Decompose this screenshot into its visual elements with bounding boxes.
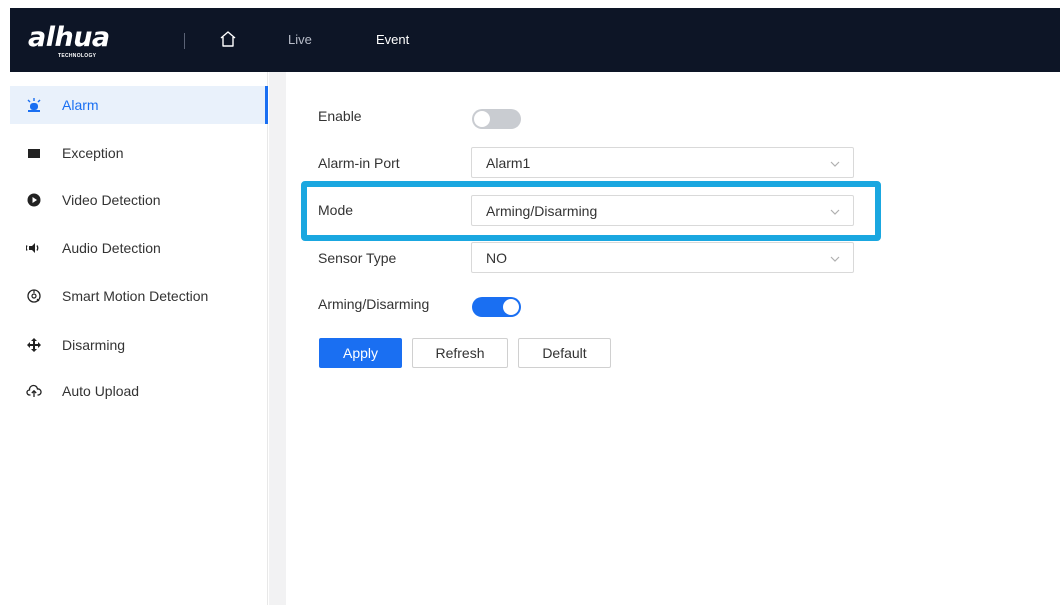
home-icon[interactable] <box>217 28 239 50</box>
sidebar-item-disarming[interactable]: Disarming <box>10 326 268 364</box>
top-navigation-bar: alhua TECHNOLOGY Live Event <box>10 8 1060 72</box>
toggle-knob <box>474 111 490 127</box>
nav-tab-live[interactable]: Live <box>288 32 312 47</box>
sidebar-item-smart-motion-detection[interactable]: Smart Motion Detection <box>10 277 268 315</box>
enable-toggle[interactable] <box>472 109 521 129</box>
arming-disarming-label: Arming/Disarming <box>318 296 430 312</box>
sidebar-item-video-detection[interactable]: Video Detection <box>10 181 268 219</box>
content-gutter <box>269 72 286 605</box>
enable-label: Enable <box>318 108 362 124</box>
sidebar-item-label: Auto Upload <box>62 383 140 399</box>
dahua-logo[interactable]: alhua TECHNOLOGY <box>28 22 158 60</box>
apply-button[interactable]: Apply <box>319 338 402 368</box>
alarm-in-port-select[interactable]: Alarm1 <box>471 147 854 178</box>
mode-label: Mode <box>318 202 354 218</box>
sidebar-item-label: Video Detection <box>62 192 161 208</box>
header-divider <box>184 33 185 49</box>
smart-motion-icon <box>26 288 42 304</box>
arming-disarming-toggle[interactable] <box>472 297 521 317</box>
logo-wordmark: alhua <box>28 22 110 53</box>
sidebar-item-label: Smart Motion Detection <box>62 288 209 304</box>
mode-select[interactable]: Arming/Disarming <box>471 195 854 226</box>
sidebar-item-label: Disarming <box>62 337 126 353</box>
sensor-type-value: NO <box>486 250 507 266</box>
chevron-down-icon <box>829 252 841 264</box>
sidebar-item-alarm[interactable]: Alarm <box>10 86 268 124</box>
chevron-down-icon <box>829 205 841 217</box>
alarm-in-port-value: Alarm1 <box>486 155 531 171</box>
alarm-in-port-label: Alarm-in Port <box>318 155 400 171</box>
disarming-icon <box>26 337 42 353</box>
logo-tagline: TECHNOLOGY <box>58 53 97 59</box>
cloud-upload-icon <box>26 383 42 399</box>
sidebar-item-audio-detection[interactable]: Audio Detection <box>10 229 268 267</box>
sidebar-item-auto-upload[interactable]: Auto Upload <box>10 372 268 410</box>
sensor-type-label: Sensor Type <box>318 250 397 266</box>
sidebar-item-exception[interactable]: Exception <box>10 134 268 172</box>
nav-tab-event[interactable]: Event <box>376 32 409 47</box>
sidebar-item-label: Audio Detection <box>62 240 161 256</box>
toggle-knob <box>503 299 519 315</box>
video-detection-icon <box>26 192 42 208</box>
exception-icon <box>26 145 42 161</box>
sensor-type-select[interactable]: NO <box>471 242 854 273</box>
audio-detection-icon <box>26 240 42 256</box>
sidebar: Alarm Exception Video Detection Audio De… <box>10 72 268 605</box>
mode-value: Arming/Disarming <box>486 203 598 219</box>
sidebar-item-label: Alarm <box>62 97 99 113</box>
alarm-light-icon <box>26 97 42 113</box>
default-button[interactable]: Default <box>518 338 611 368</box>
sidebar-item-label: Exception <box>62 145 124 161</box>
refresh-button[interactable]: Refresh <box>412 338 508 368</box>
chevron-down-icon <box>829 157 841 169</box>
